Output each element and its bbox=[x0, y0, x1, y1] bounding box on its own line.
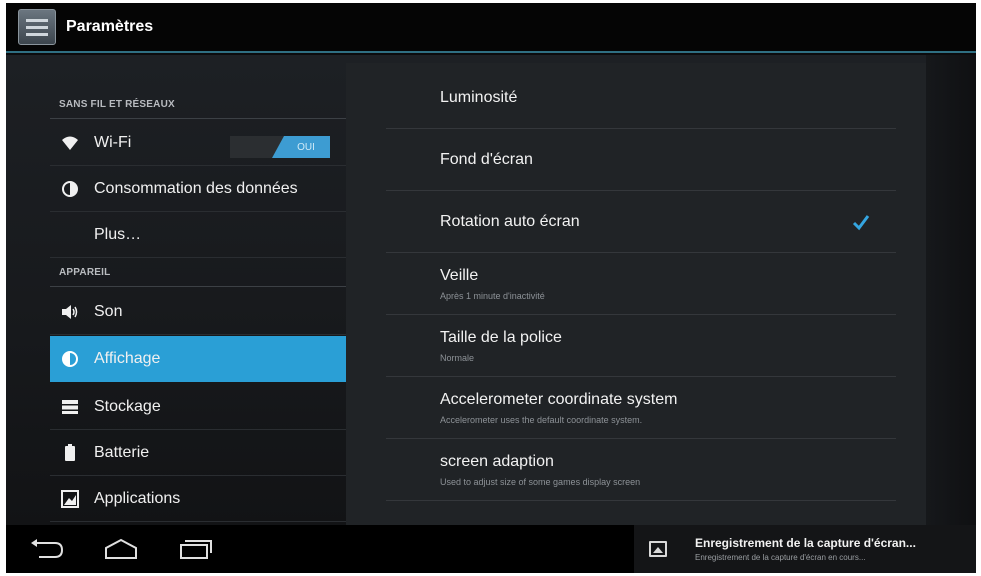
screenshot-notification[interactable]: Enregistrement de la capture d'écran... … bbox=[634, 525, 976, 573]
setting-summary: Normale bbox=[440, 352, 475, 363]
setting-summary: Accelerometer uses the default coordinat… bbox=[440, 414, 643, 425]
notification-title: Enregistrement de la capture d'écran... bbox=[695, 536, 916, 550]
back-icon bbox=[31, 539, 64, 558]
wifi-icon bbox=[60, 133, 80, 153]
setting-wallpaper[interactable]: Fond d'écran bbox=[386, 129, 896, 191]
setting-screen-adaption[interactable]: screen adaption Used to adjust size of s… bbox=[386, 439, 896, 501]
recent-apps-icon bbox=[180, 540, 212, 559]
setting-title: Fond d'écran bbox=[440, 150, 533, 168]
apps-icon bbox=[60, 489, 80, 509]
sidebar-item-label: Consommation des données bbox=[94, 179, 298, 197]
data-usage-icon bbox=[60, 179, 80, 199]
app-title: Paramètres bbox=[66, 18, 154, 35]
wifi-toggle-on: OUI bbox=[272, 136, 330, 158]
setting-title: Taille de la police bbox=[440, 328, 562, 346]
setting-summary: Used to adjust size of some games displa… bbox=[440, 476, 641, 487]
notification-subtitle: Enregistrement de la capture d'écran en … bbox=[695, 553, 866, 562]
settings-content: SANS FIL ET RÉSEAUX Wi-Fi OUI Consommati… bbox=[6, 55, 976, 525]
category-header-wireless: SANS FIL ET RÉSEAUX bbox=[50, 91, 346, 119]
sidebar-item-label: Plus… bbox=[94, 225, 142, 243]
sidebar-item-label: Wi-Fi bbox=[94, 133, 132, 151]
sidebar-item-sound[interactable]: Son bbox=[50, 289, 346, 335]
setting-brightness[interactable]: Luminosité bbox=[386, 67, 896, 129]
android-screen: Paramètres SANS FIL ET RÉSEAUX Wi-Fi OUI… bbox=[6, 3, 976, 573]
system-bar: Enregistrement de la capture d'écran... … bbox=[6, 525, 976, 573]
right-margin bbox=[926, 55, 976, 525]
setting-title: screen adaption bbox=[440, 452, 554, 470]
wifi-toggle[interactable]: OUI bbox=[230, 136, 330, 158]
display-icon bbox=[60, 349, 80, 369]
sidebar-item-data-usage[interactable]: Consommation des données bbox=[50, 166, 346, 212]
setting-font-size[interactable]: Taille de la police Normale bbox=[386, 315, 896, 377]
speaker-icon bbox=[60, 302, 80, 322]
sidebar-item-wifi[interactable]: Wi-Fi OUI bbox=[50, 120, 346, 166]
setting-summary: Après 1 minute d'inactivité bbox=[440, 290, 545, 301]
sidebar-item-display[interactable]: Affichage bbox=[50, 336, 346, 382]
recent-apps-button[interactable] bbox=[172, 533, 218, 565]
setting-title: Luminosité bbox=[440, 88, 518, 106]
setting-accelerometer[interactable]: Accelerometer coordinate system Accelero… bbox=[386, 377, 896, 439]
sidebar-item-storage[interactable]: Stockage bbox=[50, 384, 346, 430]
sidebar-item-label: Affichage bbox=[94, 350, 161, 367]
display-settings-panel: Luminosité Fond d'écran Rotation auto éc… bbox=[346, 63, 926, 525]
setting-title: Rotation auto écran bbox=[440, 212, 580, 230]
setting-auto-rotate[interactable]: Rotation auto écran bbox=[386, 191, 896, 253]
category-header-device: APPAREIL bbox=[50, 259, 346, 287]
home-button[interactable] bbox=[98, 533, 144, 565]
back-button[interactable] bbox=[24, 533, 70, 565]
settings-sidebar: SANS FIL ET RÉSEAUX Wi-Fi OUI Consommati… bbox=[50, 55, 346, 525]
setting-sleep[interactable]: Veille Après 1 minute d'inactivité bbox=[386, 253, 896, 315]
image-icon bbox=[649, 541, 667, 557]
sidebar-item-label: Applications bbox=[94, 489, 181, 507]
setting-title: Accelerometer coordinate system bbox=[440, 390, 678, 408]
sidebar-item-more[interactable]: Plus… bbox=[50, 212, 346, 258]
sidebar-item-label: Son bbox=[94, 302, 123, 320]
settings-app-icon[interactable] bbox=[18, 9, 56, 45]
notification-text: Enregistrement de la capture d'écran... … bbox=[695, 536, 916, 562]
battery-icon bbox=[60, 443, 80, 463]
setting-title: Veille bbox=[440, 266, 479, 284]
action-bar: Paramètres bbox=[6, 3, 976, 53]
sidebar-item-label: Stockage bbox=[94, 397, 161, 415]
sidebar-item-label: Batterie bbox=[94, 443, 150, 461]
checkmark-icon[interactable] bbox=[852, 213, 870, 231]
sidebar-item-battery[interactable]: Batterie bbox=[50, 430, 346, 476]
home-icon bbox=[105, 538, 137, 559]
storage-icon bbox=[60, 397, 80, 417]
sidebar-item-applications[interactable]: Applications bbox=[50, 476, 346, 522]
